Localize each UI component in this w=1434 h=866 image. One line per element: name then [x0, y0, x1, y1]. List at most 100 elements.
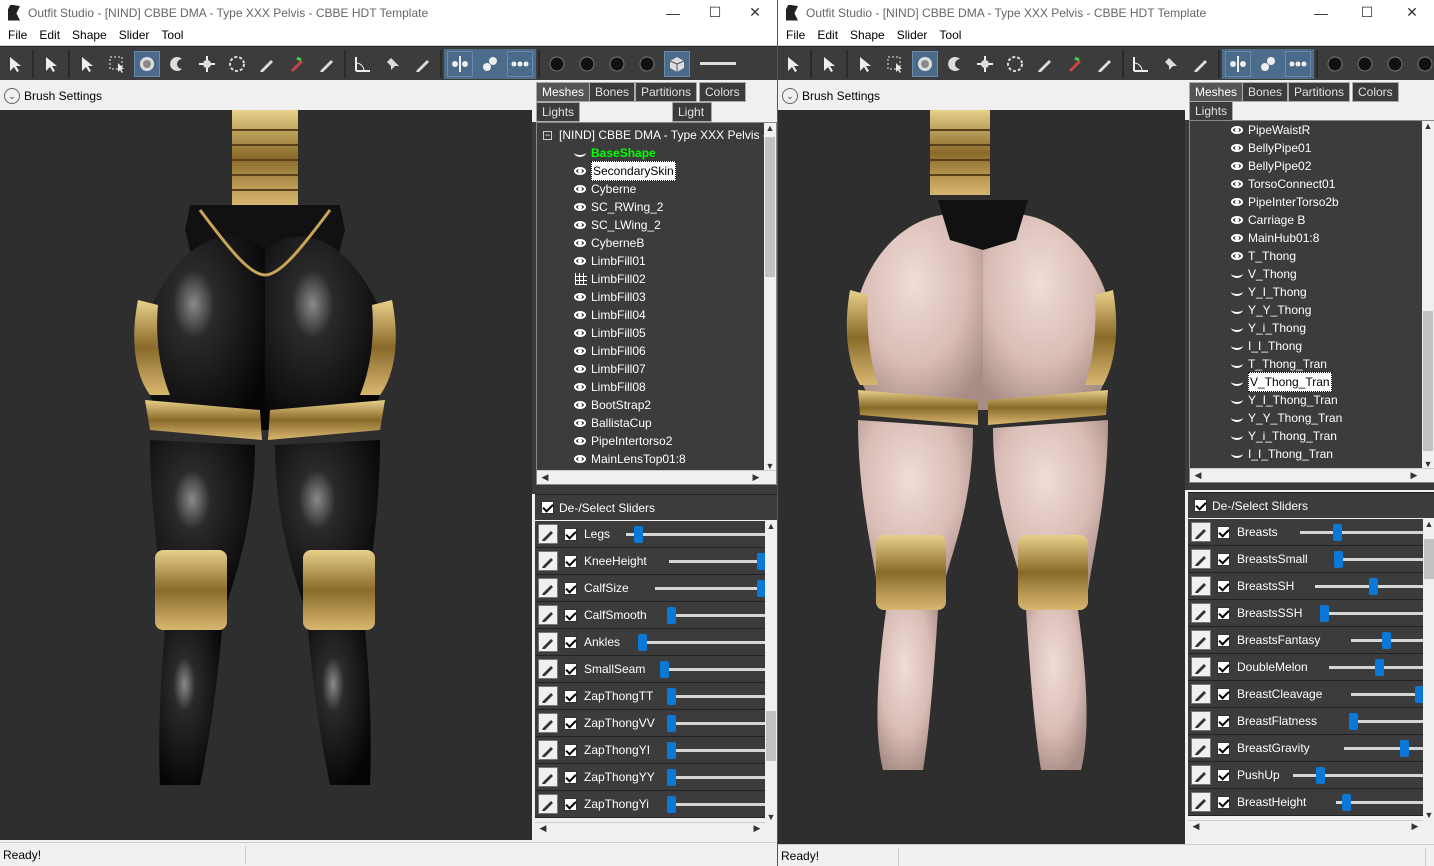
edit-slider-pencil-icon[interactable]: [1191, 792, 1211, 812]
mesh-item[interactable]: V_Thong_Tran: [1230, 372, 1332, 392]
mesh-item[interactable]: LimbFill08: [573, 378, 646, 396]
slider-checkbox[interactable]: [564, 608, 577, 622]
select-all-checkbox[interactable]: [541, 501, 554, 514]
edit-slider-pencil-icon[interactable]: [1191, 576, 1211, 596]
close-button[interactable]: ✕: [734, 0, 776, 25]
shading-sphere-icon[interactable]: [1382, 51, 1408, 77]
shading-sphere-icon[interactable]: [574, 51, 600, 77]
scroll-right-icon[interactable]: ▶: [750, 472, 762, 483]
eye-closed-icon[interactable]: [1230, 377, 1246, 387]
cursor-tool-icon[interactable]: [2, 51, 28, 77]
slider-thumb[interactable]: [1400, 740, 1410, 757]
scroll-right-icon[interactable]: ▶: [751, 823, 763, 834]
eye-icon[interactable]: [573, 310, 589, 320]
chevron-down-icon[interactable]: ⌄: [782, 88, 798, 104]
slider-thumb[interactable]: [667, 715, 676, 732]
menu-edit[interactable]: Edit: [33, 28, 66, 42]
color-brush-icon[interactable]: [1062, 51, 1088, 77]
tab-lights[interactable]: Lights: [536, 102, 581, 122]
cursor-tool-icon[interactable]: [780, 51, 806, 77]
tree-vertical-scrollbar[interactable]: ▲ ▼: [764, 123, 776, 471]
menu-slider[interactable]: Slider: [891, 28, 934, 42]
eye-icon[interactable]: [1230, 233, 1246, 243]
eye-icon[interactable]: [1230, 197, 1246, 207]
shading-sphere-icon[interactable]: [1322, 51, 1348, 77]
brush-size-slider[interactable]: [700, 62, 736, 65]
mesh-item[interactable]: PipeIntertorso2: [573, 432, 672, 450]
mask-brush-icon[interactable]: [1092, 51, 1118, 77]
mesh-item[interactable]: LimbFill01: [573, 252, 646, 270]
slider-checkbox[interactable]: [564, 554, 577, 568]
select-all-checkbox[interactable]: [1194, 499, 1207, 512]
mesh-item[interactable]: MainHub01:8: [1230, 229, 1319, 247]
slider-thumb[interactable]: [1334, 551, 1344, 568]
slider-checkbox[interactable]: [1217, 633, 1230, 647]
mirror-y-icon[interactable]: [1255, 51, 1281, 77]
edit-slider-pencil-icon[interactable]: [538, 713, 558, 733]
eye-icon[interactable]: [573, 400, 589, 410]
slider-checkbox[interactable]: [1217, 687, 1230, 701]
chevron-down-icon[interactable]: ⌄: [4, 88, 20, 104]
edit-slider-pencil-icon[interactable]: [1191, 765, 1211, 785]
cursor-tool-icon[interactable]: [816, 51, 842, 77]
edit-slider-pencil-icon[interactable]: [538, 524, 558, 544]
eye-icon[interactable]: [573, 346, 589, 356]
mirror-x-icon[interactable]: [447, 50, 473, 77]
select-tool-icon[interactable]: [104, 51, 130, 77]
mask-brush-icon[interactable]: [1188, 51, 1214, 77]
edit-slider-pencil-icon[interactable]: [538, 659, 558, 679]
scroll-left-icon[interactable]: ◀: [539, 472, 551, 483]
tree-horizontal-scrollbar[interactable]: ◀ ▶: [537, 470, 776, 484]
edit-slider-pencil-icon[interactable]: [538, 740, 558, 760]
mesh-item[interactable]: PipeWaistR: [1230, 121, 1310, 139]
mesh-item[interactable]: CyberneB: [573, 234, 644, 252]
tab-partitions[interactable]: Partitions: [1288, 82, 1351, 102]
slider-checkbox[interactable]: [1217, 795, 1230, 809]
shading-sphere-icon[interactable]: [604, 51, 630, 77]
slider-track[interactable]: [669, 749, 765, 752]
slider-checkbox[interactable]: [564, 743, 577, 757]
mesh-item[interactable]: Y_Y_Thong_Tran: [1230, 409, 1342, 427]
tab-partitions[interactable]: Partitions: [635, 82, 698, 102]
shading-sphere-icon[interactable]: [544, 51, 570, 77]
slider-checkbox[interactable]: [1217, 579, 1230, 593]
eye-icon[interactable]: [573, 418, 589, 428]
slider-thumb[interactable]: [667, 607, 676, 624]
eye-icon[interactable]: [573, 292, 589, 302]
slider-checkbox[interactable]: [564, 581, 577, 595]
eye-closed-icon[interactable]: [1230, 341, 1246, 351]
slider-track[interactable]: [1350, 693, 1423, 696]
slider-track[interactable]: [669, 614, 765, 617]
slider-track[interactable]: [625, 533, 765, 536]
slider-checkbox[interactable]: [1217, 714, 1230, 728]
edit-slider-pencil-icon[interactable]: [1191, 549, 1211, 569]
slider-checkbox[interactable]: [564, 716, 577, 730]
slider-thumb[interactable]: [667, 769, 676, 786]
sliders-vertical-scrollbar[interactable]: ▲ ▼: [1423, 519, 1434, 820]
cursor-tool-icon[interactable]: [38, 51, 64, 77]
mesh-item[interactable]: SecondarySkin: [573, 161, 676, 181]
eye-icon[interactable]: [573, 382, 589, 392]
color-brush-icon[interactable]: [284, 51, 310, 77]
slider-track[interactable]: [669, 722, 765, 725]
3d-viewport[interactable]: [778, 110, 1185, 844]
eye-icon[interactable]: [573, 364, 589, 374]
brush-settings-bar[interactable]: ⌄ Brush Settings: [778, 82, 1185, 110]
mesh-item[interactable]: BellyPipe01: [1230, 139, 1311, 157]
slider-checkbox[interactable]: [1217, 768, 1230, 782]
scroll-left-icon[interactable]: ◀: [1190, 821, 1202, 832]
eye-icon[interactable]: [1230, 251, 1246, 261]
mask-brush-icon[interactable]: [254, 51, 280, 77]
mesh-item[interactable]: LimbFill07: [573, 360, 646, 378]
slider-track[interactable]: [669, 776, 765, 779]
pivot-tool-icon[interactable]: [1158, 51, 1184, 77]
cursor-tool-icon[interactable]: [852, 51, 878, 77]
slider-checkbox[interactable]: [564, 635, 577, 649]
slider-thumb[interactable]: [667, 796, 676, 813]
slider-thumb[interactable]: [659, 661, 669, 678]
mesh-item[interactable]: T_Thong: [1230, 247, 1296, 265]
mesh-item[interactable]: Y_I_Thong_Tran: [1230, 391, 1338, 409]
eye-closed-icon[interactable]: [1230, 359, 1246, 369]
wireframe-icon[interactable]: [575, 273, 587, 285]
inflate-brush-icon[interactable]: [134, 50, 160, 77]
